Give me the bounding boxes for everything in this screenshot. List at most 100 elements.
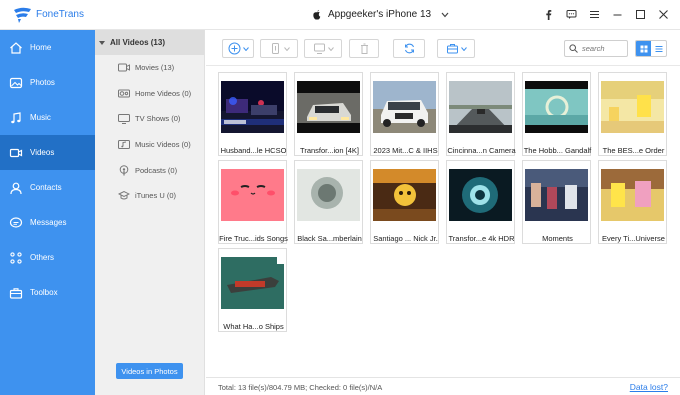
video-title: 2023 Mit...C & IIHS [373, 146, 438, 155]
video-thumbnail-black-sabbath [297, 169, 360, 221]
video-grid: Husband...le HCSO Transfor...ion [4K] 20… [206, 66, 680, 376]
app-name: FoneTrans [36, 9, 84, 20]
sidebar-item-home[interactable]: Home [0, 30, 95, 65]
video-thumbnail-every-time [601, 169, 664, 221]
video-tile[interactable]: Fire Truc...ids Songs [218, 160, 288, 244]
video-tile[interactable]: Moments [522, 160, 591, 244]
music-icon [11, 111, 21, 123]
video-thumbnail-mitsubishi [373, 81, 436, 133]
category-item-tv-shows[interactable]: TV Shows (0) [95, 106, 204, 132]
music-video-icon [118, 140, 130, 150]
delete-button[interactable] [349, 39, 379, 58]
category-item-label: TV Shows (0) [135, 114, 181, 124]
search-box[interactable] [564, 40, 628, 57]
export-to-pc-button[interactable] [304, 39, 342, 58]
video-title: Husband...le HCSO [220, 146, 287, 155]
video-tile[interactable]: Cincinna...n Camera [446, 72, 516, 156]
sidebar-item-label: Toolbox [30, 288, 58, 297]
podcast-icon [119, 164, 129, 176]
sidebar-item-contacts[interactable]: Contacts [0, 170, 95, 205]
video-tile[interactable]: Every Ti...Universe [598, 160, 667, 244]
video-thumbnail-police [221, 81, 284, 133]
video-title: What Ha...o Ships [223, 322, 284, 331]
home-icon [10, 41, 22, 54]
triangle-down-icon [99, 40, 105, 45]
toolbox-menu-button[interactable] [437, 39, 475, 58]
video-tile[interactable]: Black Sa...mberlain [294, 160, 363, 244]
title-bar: FoneTrans Appgeeker's iPhone 13 [0, 0, 680, 30]
search-input[interactable] [582, 44, 626, 53]
category-item-label: Home Videos (0) [135, 88, 192, 98]
videos-in-photos-button[interactable]: Videos in Photos [116, 363, 183, 379]
sidebar-item-photos[interactable]: Photos [0, 65, 95, 100]
add-button[interactable] [222, 39, 254, 58]
sidebar-item-label: Others [30, 253, 55, 262]
video-title: Fire Truc...ids Songs [219, 234, 288, 243]
sidebar-item-label: Music [30, 113, 51, 122]
sidebar-item-messages[interactable]: Messages [0, 205, 95, 240]
category-header-label: All Videos (13) [110, 38, 165, 47]
video-thumbnail-ships [221, 257, 284, 309]
toolbox-icon [9, 287, 23, 299]
close-icon[interactable] [657, 8, 670, 21]
add-icon [228, 42, 240, 55]
video-thumbnail-hobbit [525, 81, 588, 133]
video-tile[interactable]: 2023 Mit...C & IIHS [370, 72, 439, 156]
category-item-itunes-u[interactable]: iTunes U (0) [95, 183, 204, 209]
sidebar-item-music[interactable]: Music [0, 100, 95, 135]
video-thumbnail-fire-truck [221, 169, 284, 221]
video-tile[interactable]: Transfor...e 4k HDR [446, 160, 515, 244]
itunes-u-icon [118, 191, 130, 200]
video-tile[interactable]: The Hobb... Gandalf [522, 72, 591, 156]
apple-icon [313, 9, 321, 20]
computer-export-icon [313, 43, 325, 54]
video-tile[interactable]: Santiago ... Nick Jr. [370, 160, 439, 244]
minimize-icon[interactable] [611, 8, 624, 21]
category-header-all-videos[interactable]: All Videos (13) [95, 30, 204, 55]
sidebar-item-toolbox[interactable]: Toolbox [0, 275, 95, 310]
list-view-button[interactable] [651, 41, 666, 56]
refresh-icon [404, 43, 414, 54]
video-icon [9, 148, 23, 157]
refresh-button[interactable] [393, 39, 425, 58]
category-item-label: Podcasts (0) [135, 165, 178, 175]
facebook-icon[interactable] [542, 8, 555, 21]
video-tile[interactable]: The BES...e Order [598, 72, 667, 156]
dropdown-arrow-icon [327, 46, 334, 51]
dropdown-arrow-icon [460, 46, 467, 51]
video-title: The Hobb... Gandalf [523, 146, 592, 155]
data-lost-link[interactable]: Data lost? [630, 382, 668, 392]
video-tile[interactable]: Husband...le HCSO [218, 72, 287, 156]
category-item-music-videos[interactable]: Music Videos (0) [95, 132, 204, 158]
sidebar-item-videos[interactable]: Videos [0, 135, 95, 170]
category-item-podcasts[interactable]: Podcasts (0) [95, 157, 204, 183]
status-summary: Total: 13 file(s)/804.79 MB; Checked: 0 … [218, 383, 383, 392]
category-item-movies[interactable]: Movies (13) [95, 55, 204, 81]
video-thumbnail-dashcam [449, 81, 512, 133]
maximize-icon[interactable] [634, 8, 647, 21]
device-name: Appgeeker's iPhone 13 [328, 9, 432, 20]
video-tile[interactable]: Transfor...ion [4K] [294, 72, 363, 156]
grid-view-button[interactable] [636, 41, 651, 56]
toolbar [206, 30, 680, 66]
device-selector[interactable]: Appgeeker's iPhone 13 [312, 9, 449, 20]
export-to-device-button[interactable] [260, 39, 298, 58]
video-title: The BES...e Order [602, 146, 665, 155]
video-title: Transfor...e 4k HDR [448, 234, 515, 243]
video-tile[interactable]: What Ha...o Ships [218, 248, 287, 332]
video-thumbnail-moments [525, 169, 588, 221]
chat-feedback-icon[interactable] [565, 8, 578, 21]
sidebar-item-label: Photos [30, 78, 55, 87]
status-bar: Total: 13 file(s)/804.79 MB; Checked: 0 … [206, 377, 680, 395]
others-icon [10, 251, 22, 264]
movie-icon [118, 63, 130, 72]
menu-icon[interactable] [588, 8, 601, 21]
video-title: Black Sa...mberlain [297, 234, 362, 243]
category-item-label: Movies (13) [135, 63, 175, 73]
category-item-home-videos[interactable]: Home Videos (0) [95, 81, 204, 107]
list-view-icon [655, 45, 662, 52]
sidebar-item-others[interactable]: Others [0, 240, 95, 275]
grid-view-icon [640, 45, 647, 52]
dropdown-arrow-icon [242, 46, 249, 51]
video-thumbnail-transformers-hdr [449, 169, 512, 221]
